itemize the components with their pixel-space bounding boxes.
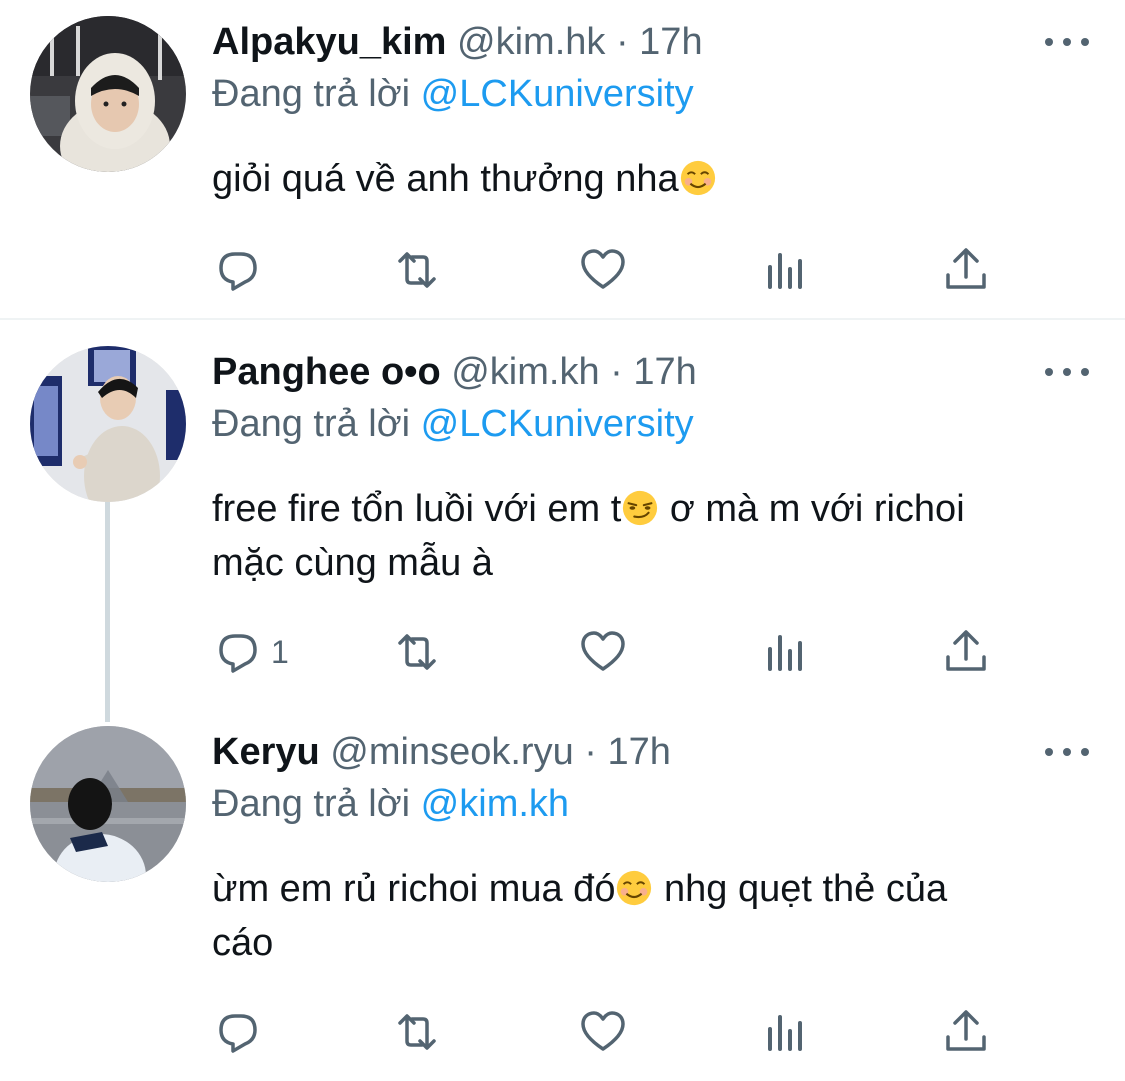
- tweet-header: Panghee o•o @kim.kh · 17h: [212, 348, 1015, 396]
- more-options-icon[interactable]: [1045, 742, 1089, 762]
- display-name[interactable]: Panghee o•o: [212, 351, 441, 393]
- action-bar: [0, 1002, 1125, 1062]
- like-button[interactable]: [578, 622, 628, 682]
- user-handle[interactable]: @kim.hk: [457, 21, 605, 63]
- replying-to: Đang trả lời @kim.kh: [212, 780, 569, 828]
- reply-icon: [213, 245, 263, 295]
- replying-prefix: Đang trả lời: [212, 783, 421, 825]
- like-icon: [578, 245, 628, 295]
- replying-prefix: Đang trả lời: [212, 403, 421, 445]
- more-options-icon[interactable]: [1045, 362, 1089, 382]
- retweet-icon: [392, 245, 442, 295]
- like-icon: [578, 1007, 628, 1057]
- tweet-text-line: free fire tổn luồi với em t ơ mà m với r…: [212, 482, 1092, 536]
- analytics-button[interactable]: [762, 1002, 812, 1062]
- tweet-header: Keryu @minseok.ryu · 17h: [212, 728, 1015, 776]
- share-icon: [941, 1007, 991, 1057]
- reply-count: 1: [271, 633, 289, 670]
- mention-link[interactable]: @LCKuniversity: [421, 73, 694, 115]
- tweet-header: Alpakyu_kim @kim.hk · 17h: [212, 18, 1015, 66]
- timestamp[interactable]: 17h: [639, 21, 702, 63]
- like-icon: [578, 627, 628, 677]
- reply-button[interactable]: [213, 240, 263, 300]
- smiling-face-emoji: [615, 869, 653, 907]
- retweet-icon: [392, 1007, 442, 1057]
- retweet-button[interactable]: [392, 1002, 442, 1062]
- reply-thread: Alpakyu_kim @kim.hk · 17h Đang trả lời @…: [0, 0, 1125, 1081]
- mention-link[interactable]: @LCKuniversity: [421, 403, 694, 445]
- tweet-text: giỏi quá về anh thưởng nha: [212, 152, 1092, 206]
- share-icon: [941, 245, 991, 295]
- display-name[interactable]: Alpakyu_kim: [212, 21, 446, 63]
- action-bar: 1: [0, 622, 1125, 682]
- smiling-face-emoji: [679, 159, 717, 197]
- smirking-face-emoji: [621, 489, 659, 527]
- more-options-icon[interactable]: [1045, 32, 1089, 52]
- tweet-text-segment: nhg quẹt thẻ của: [653, 868, 948, 910]
- separator-dot: ·: [610, 351, 623, 393]
- timestamp[interactable]: 17h: [607, 731, 670, 773]
- share-button[interactable]: [941, 240, 991, 300]
- reply-icon: [213, 1007, 263, 1057]
- analytics-icon: [762, 1007, 812, 1057]
- separator-dot: ·: [615, 21, 629, 63]
- tweet-text-segment: free fire tổn luồi với em t: [212, 488, 622, 530]
- user-handle[interactable]: @minseok.ryu: [330, 731, 573, 773]
- replying-to: Đang trả lời @LCKuniversity: [212, 70, 694, 118]
- analytics-icon: [762, 627, 812, 677]
- tweet-alpakyu[interactable]: Alpakyu_kim @kim.hk · 17h Đang trả lời @…: [0, 0, 1125, 318]
- tweet-text-segment: ừm em rủ richoi mua đó: [212, 868, 616, 910]
- replying-to: Đang trả lời @LCKuniversity: [212, 400, 694, 448]
- tweet-panghee[interactable]: Panghee o•o @kim.kh · 17h Đang trả lời @…: [0, 320, 1125, 720]
- display-name[interactable]: Keryu: [212, 731, 320, 773]
- reply-icon: [213, 627, 263, 677]
- separator-dot: ·: [584, 731, 597, 773]
- timestamp[interactable]: 17h: [633, 351, 696, 393]
- tweet-text-line: ừm em rủ richoi mua đó nhg quẹt thẻ của: [212, 862, 1092, 916]
- mention-link[interactable]: @kim.kh: [421, 783, 569, 825]
- retweet-button[interactable]: [392, 240, 442, 300]
- like-button[interactable]: [578, 1002, 628, 1062]
- share-icon: [941, 627, 991, 677]
- avatar[interactable]: [30, 346, 186, 502]
- tweet-text-line: cáo: [212, 922, 274, 964]
- like-button[interactable]: [578, 240, 628, 300]
- analytics-icon: [762, 245, 812, 295]
- replying-prefix: Đang trả lời: [212, 73, 421, 115]
- tweet-text-segment: ơ mà m với richoi: [659, 488, 965, 530]
- reply-button[interactable]: [213, 1002, 263, 1062]
- tweet-text: ừm em rủ richoi mua đó nhg quẹt thẻ của …: [212, 862, 1092, 970]
- retweet-icon: [392, 627, 442, 677]
- analytics-button[interactable]: [762, 622, 812, 682]
- avatar[interactable]: [30, 16, 186, 172]
- share-button[interactable]: [941, 622, 991, 682]
- tweet-text-line: giỏi quá về anh thưởng nha: [212, 158, 679, 200]
- tweet-keryu[interactable]: Keryu @minseok.ryu · 17h Đang trả lời @k…: [0, 722, 1125, 1081]
- analytics-button[interactable]: [762, 240, 812, 300]
- tweet-text-line: mặc cùng mẫu à: [212, 542, 493, 584]
- share-button[interactable]: [941, 1002, 991, 1062]
- avatar[interactable]: [30, 726, 186, 882]
- user-handle[interactable]: @kim.kh: [451, 351, 599, 393]
- retweet-button[interactable]: [392, 622, 442, 682]
- tweet-text: free fire tổn luồi với em t ơ mà m với r…: [212, 482, 1092, 590]
- reply-button[interactable]: 1: [213, 622, 289, 682]
- action-bar: [0, 240, 1125, 300]
